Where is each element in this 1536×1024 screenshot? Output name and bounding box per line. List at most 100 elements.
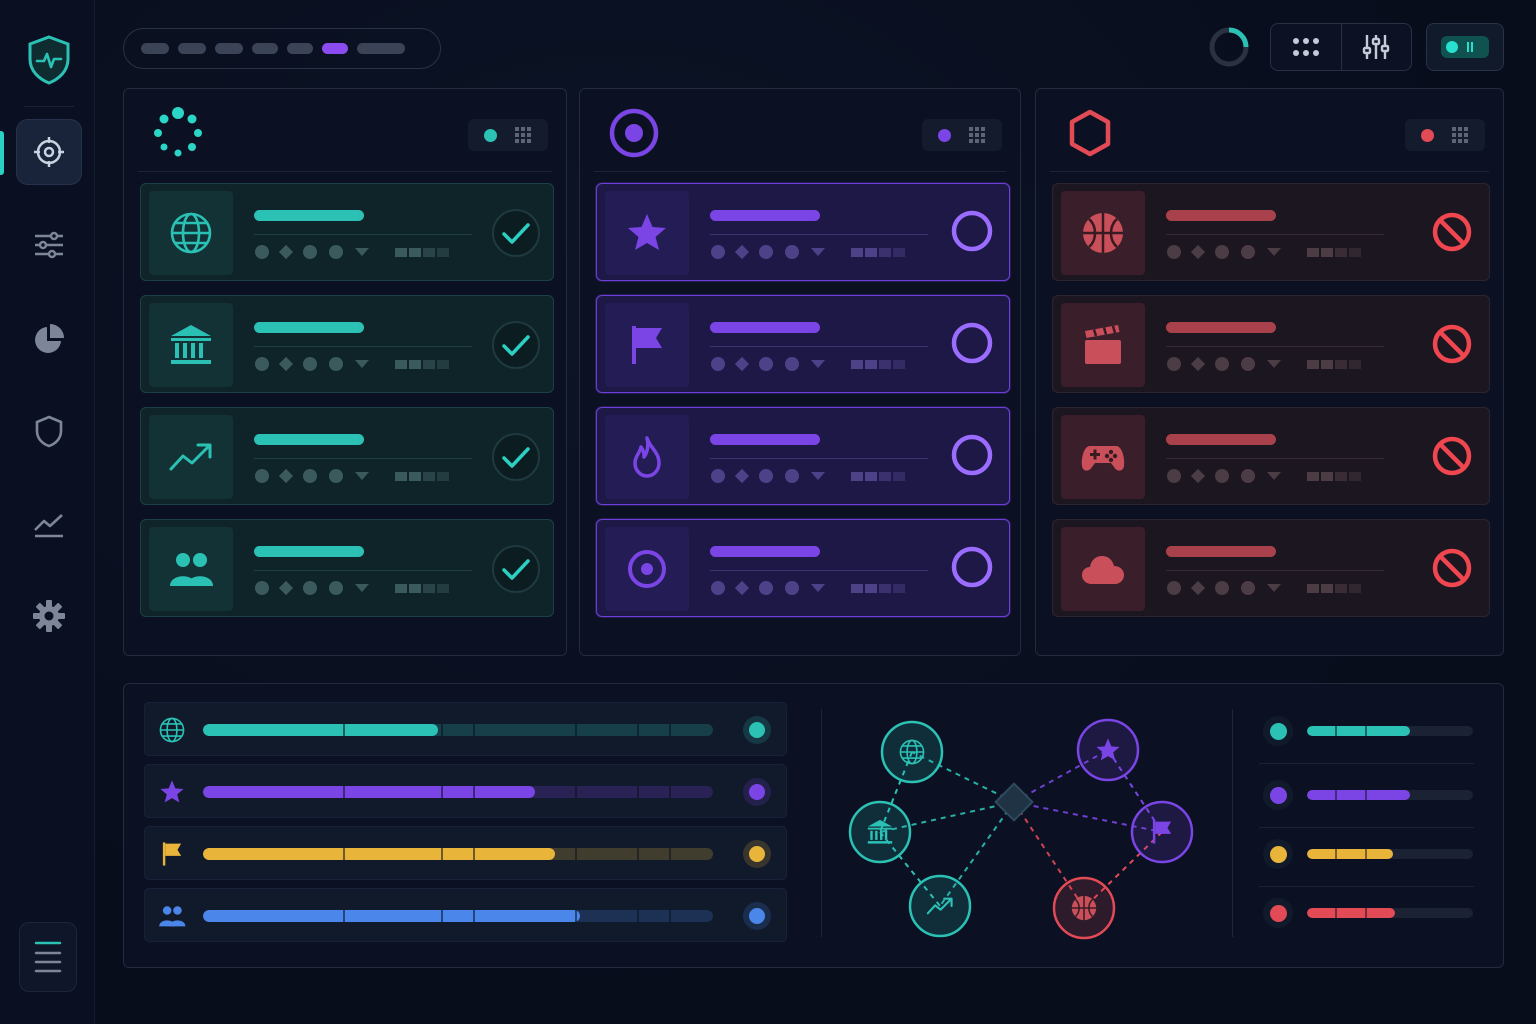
list-item[interactable] <box>1052 407 1490 505</box>
breadcrumb-segment[interactable] <box>252 43 278 54</box>
diamond-hub-icon[interactable] <box>994 782 1034 822</box>
list-item[interactable] <box>140 407 554 505</box>
breadcrumb-segment[interactable] <box>215 43 243 54</box>
toolbar-group <box>1270 23 1412 71</box>
graph-node[interactable] <box>1076 718 1140 782</box>
panel-controls[interactable] <box>922 119 1002 151</box>
graph-node[interactable] <box>1052 876 1116 940</box>
card-divider <box>1166 234 1384 235</box>
breadcrumb-segment[interactable] <box>357 43 405 54</box>
sidebar-item-settings[interactable] <box>16 583 82 649</box>
breadcrumb[interactable] <box>123 28 441 69</box>
legend-item[interactable] <box>1259 898 1474 928</box>
legend-track <box>1307 908 1473 918</box>
flag-icon <box>162 842 182 866</box>
panel-controls[interactable] <box>468 119 548 151</box>
list-item[interactable] <box>1052 183 1490 281</box>
empty-circle-icon[interactable] <box>947 320 997 370</box>
empty-circle-icon[interactable] <box>947 544 997 594</box>
legend-fill <box>1307 726 1410 736</box>
card-title-placeholder <box>1166 546 1276 557</box>
legend-item[interactable] <box>1259 780 1474 810</box>
list-item[interactable] <box>140 295 554 393</box>
adjust-button[interactable] <box>1340 24 1412 70</box>
empty-circle-icon[interactable] <box>947 208 997 258</box>
list-item[interactable] <box>140 183 554 281</box>
card-divider <box>254 346 472 347</box>
graph-node[interactable] <box>908 874 972 938</box>
check-circle-icon[interactable] <box>491 544 541 594</box>
progress-row[interactable] <box>144 764 787 818</box>
panel-approved <box>123 88 567 656</box>
panel-blocked <box>1035 88 1504 656</box>
blocked-icon[interactable] <box>1427 544 1477 594</box>
card-title-placeholder <box>254 210 364 221</box>
grid-dots-icon[interactable] <box>1451 126 1469 144</box>
dashboard <box>0 0 1536 1024</box>
breadcrumb-segment-active[interactable] <box>322 43 348 54</box>
menu-button[interactable] <box>19 922 77 992</box>
grid-dots-icon[interactable] <box>968 126 986 144</box>
progress-track <box>203 724 713 736</box>
gamepad-icon <box>1081 446 1125 471</box>
grid-dots-icon[interactable] <box>514 126 532 144</box>
flag-icon <box>632 326 662 364</box>
sidebar-item-filters[interactable] <box>16 212 82 278</box>
legend-item[interactable] <box>1259 716 1474 746</box>
progress-row[interactable] <box>144 888 787 942</box>
network-graph <box>848 718 1194 940</box>
progress-track <box>203 848 713 860</box>
progress-row[interactable] <box>144 702 787 756</box>
empty-circle-icon[interactable] <box>947 432 997 482</box>
blocked-icon[interactable] <box>1427 320 1477 370</box>
loading-spinner-icon <box>1209 27 1249 67</box>
list-item[interactable] <box>140 519 554 617</box>
globe-icon <box>159 717 185 743</box>
list-item[interactable] <box>596 407 1010 505</box>
check-circle-icon[interactable] <box>491 432 541 482</box>
live-toggle[interactable] <box>1426 23 1504 71</box>
breadcrumb-segment[interactable] <box>178 43 206 54</box>
target-icon <box>628 550 666 588</box>
card-divider <box>710 458 928 459</box>
blocked-icon[interactable] <box>1427 432 1477 482</box>
star-icon <box>160 780 184 803</box>
progress-row[interactable] <box>144 826 787 880</box>
blocked-icon[interactable] <box>1427 208 1477 258</box>
grid-view-button[interactable] <box>1271 24 1341 70</box>
legend-color-dot <box>1263 716 1293 746</box>
sidebar-item-security[interactable] <box>16 398 82 464</box>
sidebar <box>0 0 95 1024</box>
toggle-switch[interactable] <box>1441 36 1489 58</box>
sidebar-item-reports[interactable] <box>16 306 82 372</box>
users-icon <box>159 906 186 927</box>
sidebar-divider <box>24 106 74 107</box>
sidebar-item-target[interactable] <box>16 119 82 185</box>
list-item[interactable] <box>1052 295 1490 393</box>
breadcrumb-segment[interactable] <box>287 43 313 54</box>
graph-node[interactable] <box>880 720 944 784</box>
panel-controls[interactable] <box>1405 119 1485 151</box>
equalizer-icon <box>1363 35 1390 59</box>
list-item[interactable] <box>596 183 1010 281</box>
card-title-placeholder <box>1166 434 1276 445</box>
breadcrumb-segment[interactable] <box>141 43 169 54</box>
list-item[interactable] <box>596 295 1010 393</box>
legend-item[interactable] <box>1259 839 1474 869</box>
globe-icon <box>170 212 212 254</box>
list-item[interactable] <box>596 519 1010 617</box>
card-divider <box>710 234 928 235</box>
check-circle-icon[interactable] <box>491 320 541 370</box>
shield-pulse-icon[interactable] <box>26 34 72 86</box>
list-item[interactable] <box>1052 519 1490 617</box>
status-dot <box>938 128 952 142</box>
card-title-placeholder <box>1166 322 1276 333</box>
target-icon <box>34 137 64 167</box>
card-title-placeholder <box>710 322 820 333</box>
graph-node[interactable] <box>848 800 912 864</box>
graph-node[interactable] <box>1130 800 1194 864</box>
sidebar-item-analytics[interactable] <box>16 490 82 556</box>
check-circle-icon[interactable] <box>491 208 541 258</box>
card-divider <box>254 234 472 235</box>
pie-chart-icon <box>35 324 64 353</box>
